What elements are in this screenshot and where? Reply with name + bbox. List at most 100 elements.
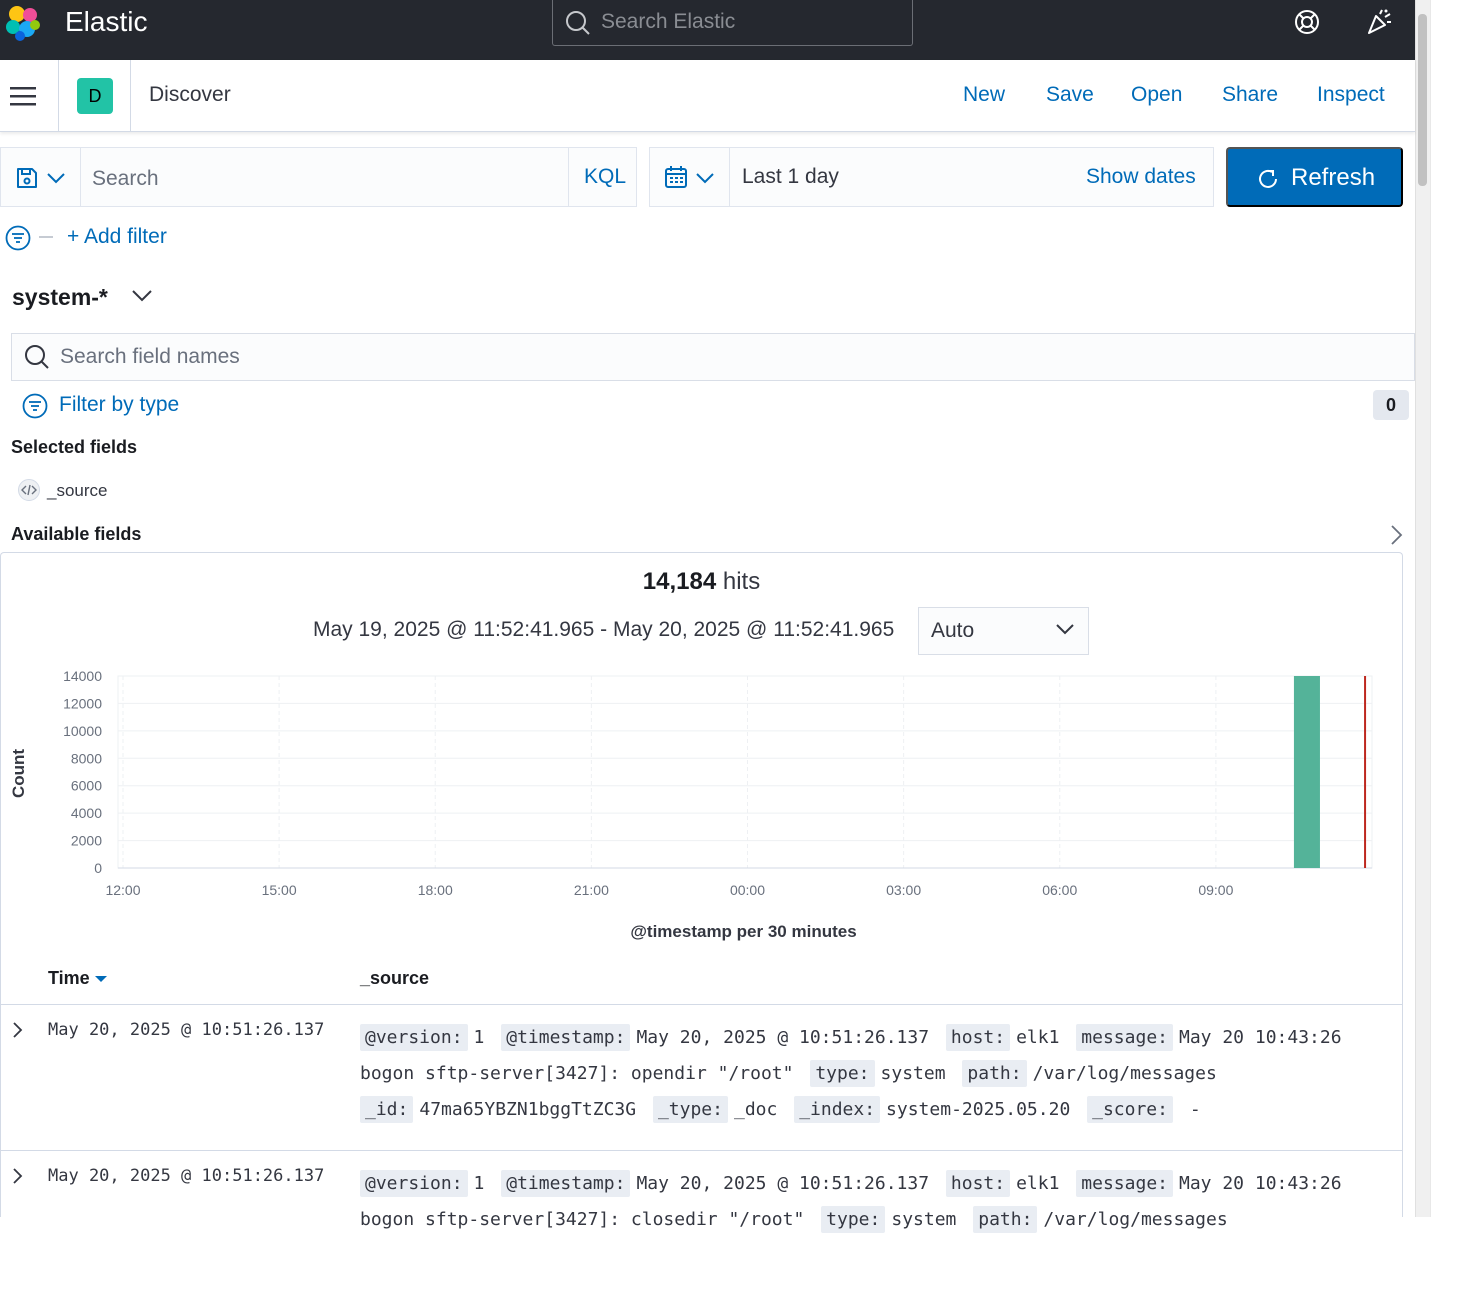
expand-row-icon[interactable] [11, 1021, 25, 1039]
global-header: Elastic Search Elastic [0, 0, 1415, 60]
source-field-value: /var/log/messages [1032, 1063, 1217, 1084]
quick-select-button[interactable] [650, 148, 730, 206]
search-icon [566, 11, 590, 35]
available-fields-title: Available fields [11, 524, 142, 544]
source-field-value: 1 [473, 1027, 485, 1048]
kql-divider [568, 148, 569, 206]
save-button[interactable]: Save [1046, 83, 1094, 107]
new-button[interactable]: New [963, 83, 1005, 107]
inspect-button[interactable]: Inspect [1317, 83, 1385, 107]
selected-field-source[interactable]: _source [47, 481, 107, 501]
interval-value: Auto [931, 619, 975, 642]
filter-by-type-button[interactable]: Filter by type [59, 393, 179, 417]
source-column-header: _source [360, 968, 430, 988]
x-tick-label: 21:00 [574, 882, 609, 898]
chevron-down-icon[interactable] [131, 288, 153, 304]
hits-number: 14,184 [642, 568, 717, 595]
row-timestamp: May 20, 2025 @ 10:51:26.137 [48, 1020, 325, 1040]
source-field-key: path: [973, 1206, 1038, 1233]
source-field-value: May 20, 2025 @ 10:51:26.137 [636, 1027, 930, 1048]
saved-query-button[interactable] [1, 148, 81, 206]
x-axis-title: @timestamp per 30 minutes [630, 922, 857, 941]
app-nav: D Discover New Save Open Share Inspect [0, 60, 1415, 132]
source-field-value: elk1 [1016, 1173, 1060, 1194]
table-row: May 20, 2025 @ 10:51:26.137 @version: 1 @t… [0, 1150, 1403, 1296]
help-icon[interactable] [1293, 8, 1321, 36]
filter-separator [39, 236, 53, 238]
y-tick-label: 14000 [63, 668, 102, 684]
selected-fields-title: Selected fields [11, 437, 138, 457]
source-field-value: 47ma65YBZN1bggTtZC3G [419, 1099, 637, 1120]
chevron-down-icon [47, 173, 65, 184]
show-dates-button[interactable]: Show dates [1086, 165, 1196, 189]
time-range-text: May 19, 2025 @ 11:52:41.965 - May 20, 20… [313, 618, 895, 641]
source-field-key: _index: [794, 1096, 881, 1123]
kql-toggle[interactable]: KQL [584, 165, 626, 189]
source-field-key: type: [810, 1060, 875, 1087]
chevron-down-icon [1056, 624, 1074, 635]
histogram-chart[interactable]: 0 2000 4000 6000 8000 10000 12000 14000 12:00 15:… [0, 660, 1403, 910]
refresh-icon [1259, 169, 1277, 188]
source-field-key: message: [1076, 1170, 1173, 1197]
time-range-label[interactable]: Last 1 day [742, 165, 839, 189]
time-column-header[interactable]: Time [48, 968, 107, 989]
y-tick-label: 0 [94, 860, 102, 876]
interval-select[interactable]: Auto [918, 607, 1089, 655]
y-tick-label: 2000 [71, 833, 102, 849]
source-field-value: system [891, 1209, 957, 1230]
row-timestamp: May 20, 2025 @ 10:51:26.137 [48, 1166, 325, 1186]
histogram-bar [1293, 676, 1320, 868]
source-field-value: May 20, 2025 @ 10:51:26.137 [636, 1173, 930, 1194]
chevron-right-icon[interactable] [1389, 524, 1403, 546]
query-input[interactable]: Search KQL [0, 147, 637, 207]
nav-divider [130, 60, 131, 132]
sort-desc-icon[interactable] [94, 976, 107, 983]
date-picker[interactable]: Last 1 day Show dates [649, 147, 1214, 207]
hits-word: hits [722, 568, 761, 595]
y-tick-label: 6000 [71, 778, 102, 794]
x-tick-label: 00:00 [730, 882, 765, 898]
source-field-key: type: [821, 1206, 886, 1233]
chevron-down-icon [696, 173, 714, 184]
row-source: @version: 1 @timestamp: May 20, 2025 @ 10:… [360, 1166, 1395, 1238]
field-search-placeholder: Search field names [60, 345, 240, 368]
space-avatar[interactable]: D [77, 78, 113, 114]
x-tick-label: 03:00 [886, 882, 921, 898]
scrollbar-thumb[interactable] [1418, 14, 1427, 186]
filter-type-icon[interactable] [22, 393, 48, 419]
calendar-icon [665, 166, 687, 188]
filter-menu-icon[interactable] [5, 225, 31, 251]
y-tick-label: 12000 [63, 695, 102, 711]
source-field-key: host: [945, 1170, 1011, 1197]
add-filter-button[interactable]: + Add filter [67, 225, 167, 249]
global-search-input[interactable]: Search Elastic [552, 0, 913, 46]
source-field-key: _score: [1087, 1096, 1173, 1123]
source-field-value: elk1 [1016, 1027, 1060, 1048]
breadcrumb: Discover [149, 83, 231, 106]
menu-icon[interactable] [10, 87, 36, 107]
refresh-button[interactable]: Refresh [1226, 147, 1403, 207]
index-pattern-title[interactable]: system-* [12, 284, 108, 311]
expand-row-icon[interactable] [11, 1167, 25, 1185]
x-tick-label: 06:00 [1042, 882, 1077, 898]
source-field-value: _doc [733, 1099, 778, 1120]
source-field-key: _type: [652, 1096, 728, 1123]
x-tick-label: 18:00 [418, 882, 453, 898]
newsfeed-icon[interactable] [1365, 8, 1393, 36]
source-field-key: @timestamp: [501, 1170, 631, 1197]
source-field-key: message: [1076, 1024, 1173, 1051]
source-field-value: /var/log/messages [1043, 1209, 1228, 1230]
x-tick-label: 15:00 [262, 882, 297, 898]
global-search-placeholder: Search Elastic [601, 10, 736, 33]
open-button[interactable]: Open [1131, 83, 1182, 107]
save-icon [17, 168, 37, 188]
share-button[interactable]: Share [1222, 83, 1278, 107]
field-search-input[interactable]: Search field names [11, 333, 1415, 381]
source-field-key: path: [962, 1060, 1027, 1087]
y-tick-label: 4000 [71, 805, 102, 821]
elastic-logo-icon[interactable] [3, 3, 43, 43]
y-axis-title: Count [9, 748, 28, 798]
x-tick-label: 09:00 [1198, 882, 1233, 898]
source-field-value: - [1178, 1099, 1201, 1120]
source-field-key: _id: [360, 1096, 414, 1123]
